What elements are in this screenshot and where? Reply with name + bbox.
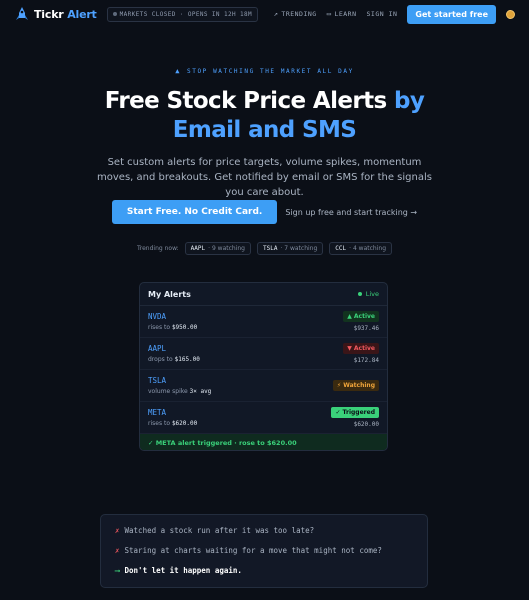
nav-link-learn[interactable]: ▭ LEARN <box>327 10 357 18</box>
book-icon: ▭ <box>326 10 332 18</box>
live-dot-icon <box>357 292 362 296</box>
nav-link-signin[interactable]: SIGN IN <box>367 10 398 18</box>
top-nav: Tickr Alert MARKETS CLOSED · OPENS IN 12… <box>0 0 529 28</box>
alert-condition: drops to $165.00 <box>148 356 200 363</box>
trending-chip-tsla[interactable]: TSLA · 7 watching <box>256 242 324 255</box>
alert-price: $172.84 <box>353 357 379 364</box>
live-indicator: Live <box>357 290 379 298</box>
alert-row-tsla[interactable]: TSLA volume spike 3× avg ⚡ Watching <box>140 370 387 402</box>
signup-link[interactable]: Sign up free and start tracking → <box>285 208 417 217</box>
status-badge: ▲ Active <box>343 311 379 322</box>
trending-prefix: Trending now: <box>136 245 179 252</box>
pain-points-box: ✗ Watched a stock run after it was too l… <box>100 514 428 588</box>
trending-chip-aapl[interactable]: AAPL · 9 watching <box>184 242 251 255</box>
status-badge: ▼ Active <box>343 343 379 354</box>
rocket-logo-icon <box>16 7 28 20</box>
status-badge: ⚡ Watching <box>332 380 379 391</box>
pain-line: ✗ Staring at charts waiting for a move t… <box>115 546 382 555</box>
trending-row: Trending now: AAPL · 9 watching TSLA · 7 w… <box>0 242 529 255</box>
logo[interactable]: Tickr Alert <box>14 6 97 22</box>
alerts-card: My Alerts Live NVDA rises to $950.00 ▲ A… <box>139 282 388 451</box>
alert-row-nvda[interactable]: NVDA rises to $950.00 ▲ Active $937.46 <box>140 306 387 338</box>
x-icon: ✗ <box>115 526 120 535</box>
start-free-button[interactable]: Start Free. No Credit Card. <box>111 200 278 224</box>
triggered-banner: ✓ META alert triggered · rose to $620.00 <box>140 434 387 450</box>
alert-row-meta[interactable]: META rises to $620.00 ✓ Triggered $620.0… <box>140 402 387 434</box>
trend-icon: ↗ <box>273 10 279 18</box>
alert-ticker: NVDA <box>148 312 167 321</box>
hero-title: Free Stock Price Alerts by Email and SMS <box>104 88 425 143</box>
alert-row-aapl[interactable]: AAPL drops to $165.00 ▼ Active $172.84 <box>140 338 387 370</box>
pain-line-final: ⟶ Don't let it happen again. <box>115 566 242 575</box>
get-started-button[interactable]: Get started free <box>407 4 496 24</box>
trending-chip-ccl[interactable]: CCL · 4 watching <box>329 242 392 255</box>
hero-eyebrow: ▲ STOP WATCHING THE MARKET ALL DAY <box>175 67 354 75</box>
hero-subtitle: Set custom alerts for price targets, vol… <box>97 157 432 198</box>
alert-ticker: META <box>148 408 167 417</box>
status-badge: ✓ Triggered <box>331 407 379 418</box>
alert-ticker: TSLA <box>148 376 167 385</box>
alerts-card-title: My Alerts <box>148 289 191 299</box>
alert-condition: rises to $620.00 <box>148 420 198 427</box>
alert-price: $620.00 <box>353 421 379 428</box>
alert-price: $937.46 <box>353 325 379 332</box>
arrow-right-icon: ⟶ <box>115 566 120 575</box>
logo-text: Tickr Alert <box>34 7 97 21</box>
market-status-text: MARKETS CLOSED · OPENS IN 12H 18M <box>119 10 253 18</box>
alert-condition: rises to $950.00 <box>148 324 198 331</box>
triangle-icon: ▲ <box>175 67 182 75</box>
alert-ticker: AAPL <box>148 344 167 353</box>
status-dot-icon <box>112 12 117 16</box>
coin-icon[interactable] <box>506 9 515 19</box>
x-icon: ✗ <box>115 546 120 555</box>
pain-line: ✗ Watched a stock run after it was too l… <box>115 526 315 535</box>
market-status-pill: MARKETS CLOSED · OPENS IN 12H 18M <box>106 6 259 22</box>
nav-link-trending[interactable]: ↗ TRENDING <box>274 10 317 18</box>
alert-condition: volume spike 3× avg <box>148 388 212 395</box>
